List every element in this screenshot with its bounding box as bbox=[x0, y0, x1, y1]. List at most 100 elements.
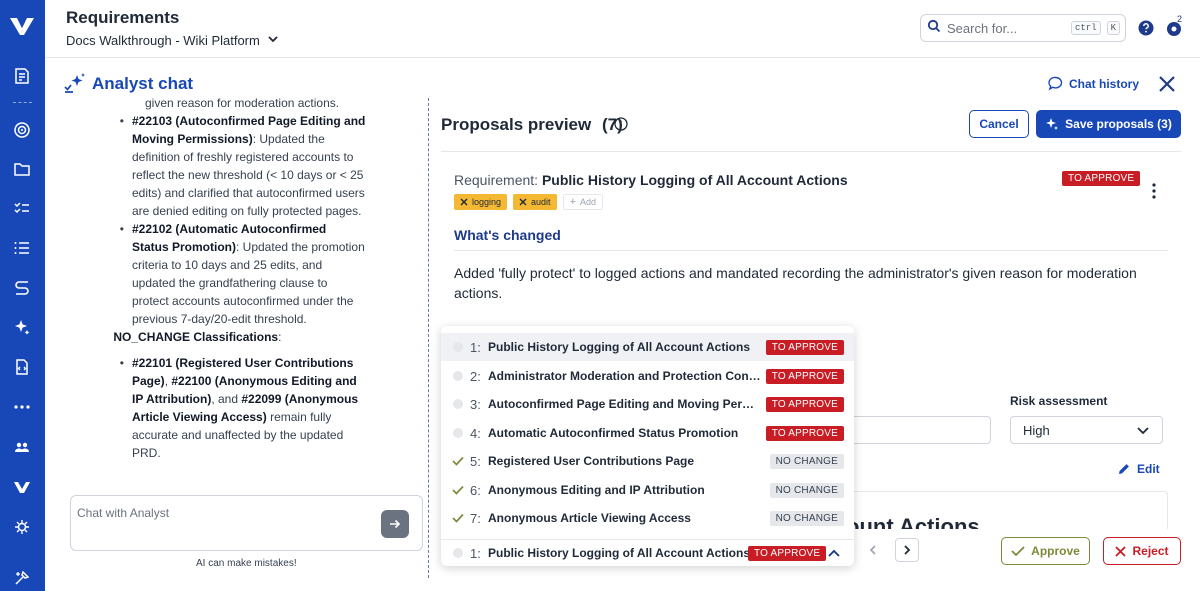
project-name: Docs Walkthrough - Wiki Platform bbox=[66, 33, 260, 48]
send-button[interactable] bbox=[381, 510, 409, 538]
chat-title: Analyst chat bbox=[92, 74, 194, 93]
add-tag-button[interactable]: + Add bbox=[562, 194, 604, 210]
approve-label: Approve bbox=[1031, 544, 1080, 558]
rail-divider bbox=[13, 102, 32, 103]
item-colon: : bbox=[278, 330, 282, 344]
status-badge: TO APPROVE bbox=[1062, 171, 1141, 186]
status-badge: NO CHANGE bbox=[769, 482, 844, 498]
check-icon bbox=[452, 512, 464, 524]
bug-icon[interactable] bbox=[12, 517, 32, 537]
risk-label: Risk assessment bbox=[1010, 394, 1108, 408]
search-box[interactable]: ctrl K bbox=[920, 14, 1126, 42]
more-icon[interactable] bbox=[12, 397, 32, 417]
bullet: • bbox=[119, 222, 124, 236]
notifications-icon[interactable] bbox=[1164, 18, 1186, 43]
pending-dot-icon bbox=[452, 547, 464, 559]
dropdown-item[interactable]: 1: Public History Logging of All Account… bbox=[441, 333, 854, 361]
settings-icon[interactable] bbox=[12, 568, 32, 588]
item-number: 7: bbox=[470, 510, 481, 526]
chat-history-label: Chat history bbox=[1069, 76, 1140, 91]
chevron-right-icon bbox=[904, 545, 911, 555]
team-icon[interactable] bbox=[12, 437, 32, 457]
cancel-button[interactable]: Cancel bbox=[969, 110, 1029, 138]
chat-bubble-icon bbox=[1048, 76, 1063, 91]
folder-icon[interactable] bbox=[12, 159, 32, 179]
brand-icon[interactable] bbox=[12, 477, 32, 497]
save-proposals-label: Save proposals (3) bbox=[1065, 117, 1172, 131]
chat-bullet: #22101 (Registered User Contributions Pa… bbox=[132, 354, 366, 462]
dropdown-item[interactable]: 2: Administrator Moderation and Protecti… bbox=[441, 362, 854, 390]
search-input[interactable] bbox=[947, 20, 1065, 36]
text-field[interactable] bbox=[850, 416, 991, 444]
add-tag-label: Add bbox=[580, 197, 597, 207]
chat-input-box[interactable] bbox=[70, 495, 423, 551]
status-badge: TO APPROVE bbox=[765, 339, 844, 355]
save-proposals-button[interactable]: Save proposals (3) bbox=[1036, 110, 1181, 138]
dropdown-item[interactable]: 3: Autoconfirmed Page Editing and Moving… bbox=[441, 390, 854, 418]
remove-tag-icon[interactable] bbox=[460, 198, 468, 206]
checklist-icon[interactable] bbox=[12, 198, 32, 218]
x-icon bbox=[1115, 545, 1127, 557]
sparkle-icon[interactable] bbox=[12, 317, 32, 337]
divider bbox=[454, 250, 1168, 251]
item-number: 1: bbox=[470, 339, 481, 355]
item-label: Administrator Moderation and Protection … bbox=[488, 369, 763, 383]
status-badge: TO APPROVE bbox=[765, 425, 844, 441]
search-icon bbox=[927, 19, 941, 38]
requirement-dropdown: 1: Public History Logging of All Account… bbox=[441, 326, 854, 566]
kebab-menu-icon[interactable] bbox=[1148, 182, 1160, 205]
whats-changed-heading: What's changed bbox=[454, 227, 561, 243]
chat-history-link[interactable]: Chat history bbox=[1048, 76, 1139, 91]
reject-button[interactable]: Reject bbox=[1103, 537, 1181, 565]
approve-button[interactable]: Approve bbox=[1001, 537, 1090, 565]
item-number: 6: bbox=[470, 482, 481, 498]
chat-input[interactable] bbox=[77, 506, 367, 542]
tag-logging[interactable]: logging bbox=[454, 194, 508, 210]
kbd-k: K bbox=[1106, 21, 1121, 35]
item-number: 1: bbox=[470, 545, 481, 561]
item-label: Anonymous Editing and IP Attribution bbox=[488, 483, 705, 497]
chat-ref: #22103 (Autoconfirmed Page Editing and M… bbox=[132, 114, 366, 146]
requirement-name: Public History Logging of All Account Ac… bbox=[541, 172, 848, 188]
tag-audit[interactable]: audit bbox=[513, 194, 557, 210]
change-description: Added 'fully protect' to logged actions … bbox=[454, 265, 1137, 301]
item-number: 3: bbox=[470, 396, 481, 412]
document-icon[interactable] bbox=[12, 357, 32, 377]
reject-label: Reject bbox=[1132, 544, 1169, 558]
dropdown-item[interactable]: 7: Anonymous Article Viewing Access NO C… bbox=[441, 504, 854, 532]
item-label: Autoconfirmed Page Editing and Moving Pe… bbox=[488, 397, 763, 411]
flow-icon[interactable] bbox=[12, 278, 32, 298]
item-title: NO_CHANGE Classifications bbox=[113, 330, 279, 344]
pencil-icon bbox=[1119, 464, 1129, 474]
check-icon bbox=[1011, 546, 1025, 557]
dropdown-current-selection[interactable]: 1: Public History Logging of All Account… bbox=[441, 539, 854, 566]
logo-icon[interactable] bbox=[9, 14, 35, 38]
pending-dot-icon bbox=[452, 370, 464, 382]
kbd-ctrl: ctrl bbox=[1071, 21, 1101, 35]
target-icon[interactable] bbox=[12, 120, 32, 140]
item-label: Automatic Autoconfirmed Status Promotion bbox=[488, 426, 739, 440]
close-icon[interactable] bbox=[1158, 75, 1176, 98]
dropdown-item[interactable]: 6: Anonymous Editing and IP Attribution … bbox=[441, 476, 854, 504]
tag-list: logging audit + Add bbox=[454, 194, 604, 210]
project-selector[interactable]: Docs Walkthrough - Wiki Platform bbox=[66, 32, 280, 49]
list-icon[interactable] bbox=[12, 238, 32, 258]
dropdown-item[interactable]: 5: Registered User Contributions Page NO… bbox=[441, 447, 854, 475]
next-button[interactable] bbox=[895, 538, 919, 562]
arrow-right-icon bbox=[390, 519, 401, 529]
requirements-icon[interactable] bbox=[12, 66, 32, 86]
chevron-up-icon[interactable] bbox=[827, 548, 841, 558]
left-rail bbox=[0, 0, 45, 591]
item-label: Anonymous Article Viewing Access bbox=[488, 511, 691, 525]
risk-select[interactable]: High bbox=[1010, 416, 1163, 444]
previous-button[interactable] bbox=[861, 538, 885, 562]
status-badge: TO APPROVE bbox=[765, 368, 844, 384]
info-icon[interactable] bbox=[614, 117, 628, 136]
status-badge: TO APPROVE bbox=[765, 396, 844, 412]
edit-button[interactable]: Edit bbox=[1117, 462, 1160, 476]
content-heading: ount Actions bbox=[850, 514, 980, 529]
help-icon[interactable] bbox=[1138, 20, 1154, 41]
item-label: Registered User Contributions Page bbox=[488, 454, 695, 468]
remove-tag-icon[interactable] bbox=[519, 198, 527, 206]
dropdown-item[interactable]: 4: Automatic Autoconfirmed Status Promot… bbox=[441, 419, 854, 447]
